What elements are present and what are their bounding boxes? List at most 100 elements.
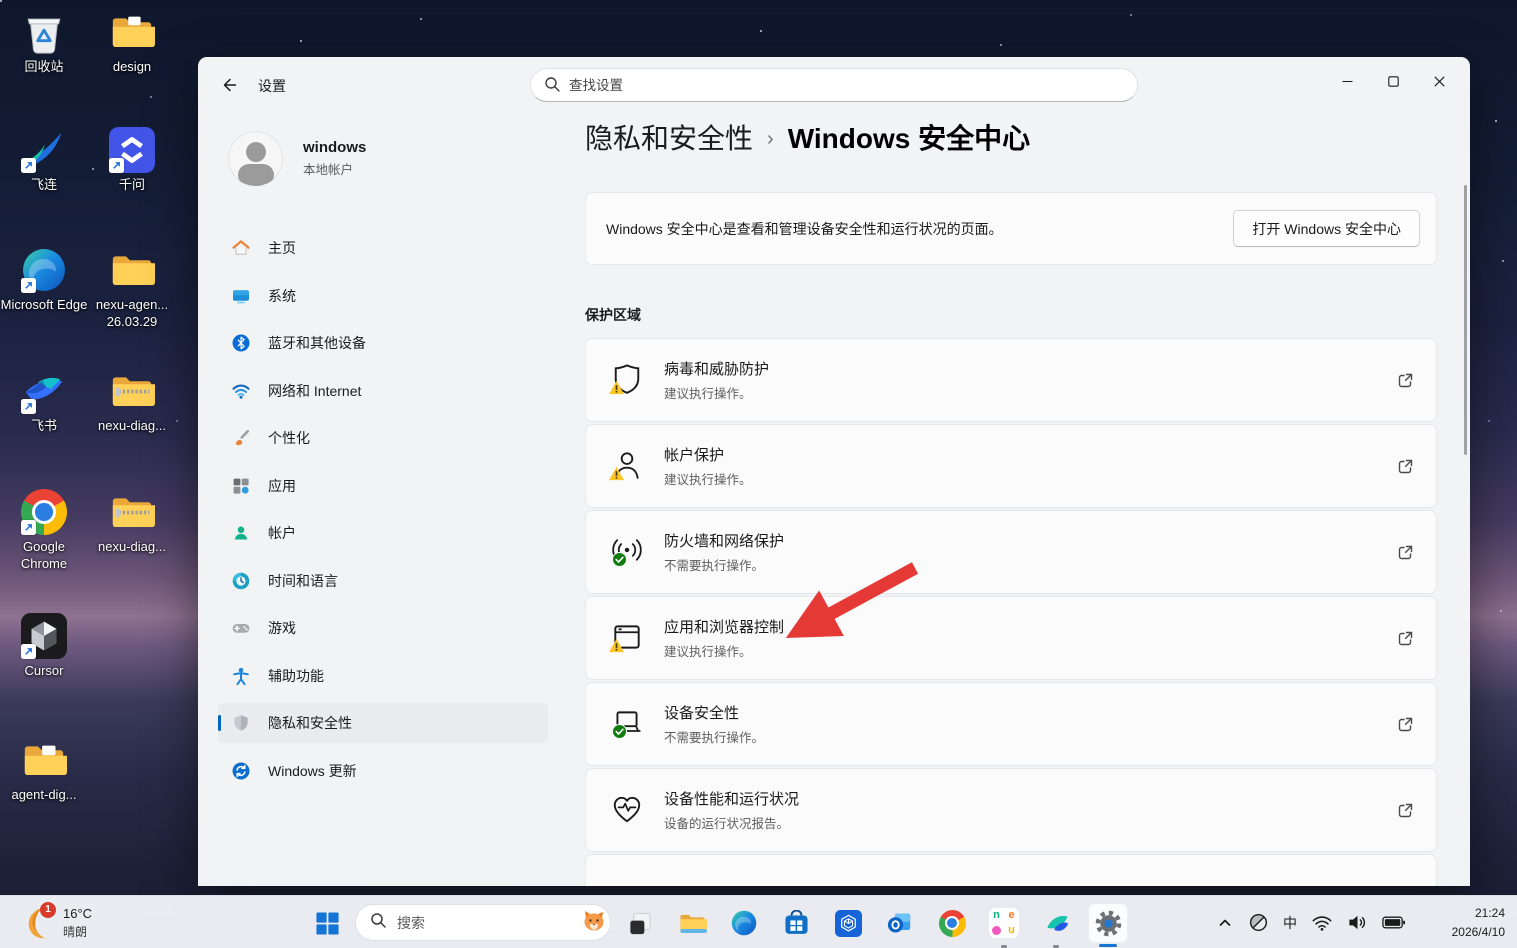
desktop-icon-edge[interactable]: Microsoft Edge	[0, 246, 88, 314]
edge-button[interactable]	[724, 903, 764, 943]
desktop-icon-chrome[interactable]: Google Chrome	[0, 488, 88, 573]
desktop-icon-cursor[interactable]: Cursor	[0, 612, 88, 680]
page-title: Windows 安全中心	[788, 117, 1030, 157]
minimize-button[interactable]	[1324, 65, 1370, 97]
neu-app-icon: neu	[989, 908, 1019, 938]
settings-window: 设置 windows 本地帐户 主页 系统 蓝牙和其他设备 网络和 Intern	[198, 57, 1470, 886]
avatar	[228, 131, 283, 186]
outlook-button[interactable]	[880, 903, 920, 943]
card-device-performance-health[interactable]: 设备性能和运行状况 设备的运行状况报告。	[585, 768, 1437, 852]
search-icon	[370, 912, 387, 934]
close-button[interactable]	[1416, 65, 1462, 97]
sidebar-item-system[interactable]: 系统	[218, 276, 548, 316]
search-highlight-fox-icon	[578, 905, 608, 940]
desktop-icon-agent-dig-folder[interactable]: agent-dig...	[0, 736, 88, 804]
start-button[interactable]	[307, 903, 347, 943]
desktop-icon-nexu-agen-folder[interactable]: nexu-agen... 26.03.29	[88, 246, 176, 331]
external-link-icon	[1397, 372, 1414, 389]
bird-app-button[interactable]	[1036, 903, 1076, 943]
battery-tray-icon[interactable]	[1375, 905, 1413, 941]
system-tray: 中	[1209, 896, 1413, 948]
wifi-tray-icon[interactable]	[1304, 905, 1340, 941]
external-link-icon	[1397, 544, 1414, 561]
open-windows-security-button[interactable]: 打开 Windows 安全中心	[1233, 210, 1420, 247]
date: 2026/4/10	[1452, 923, 1505, 942]
weather-widget[interactable]: 1 16°C 晴朗	[12, 902, 98, 943]
desktop-icon-feilian[interactable]: 飞连	[0, 126, 88, 194]
desktop-icon-qianwen[interactable]: 千问	[88, 126, 176, 194]
ime-indicator[interactable]: 中	[1276, 905, 1304, 941]
sidebar-item-bluetooth-devices[interactable]: 蓝牙和其他设备	[218, 323, 548, 363]
network-ok-icon	[610, 534, 646, 570]
recycle-bin-icon	[20, 8, 68, 56]
shortcut-arrow-icon	[21, 399, 36, 414]
shortcut-arrow-icon	[21, 520, 36, 535]
desktop-icon-nexu-diag-zip-2[interactable]: nexu-diag...	[88, 488, 176, 556]
file-explorer-button[interactable]	[672, 903, 712, 943]
desktop-icon-recycle-bin[interactable]: 回收站	[0, 8, 88, 76]
sidebar-item-windows-update[interactable]: Windows 更新	[218, 751, 548, 791]
app-window-warning-icon	[610, 620, 646, 656]
card-virus-threat-protection[interactable]: 病毒和威胁防护 建议执行操作。	[585, 338, 1437, 422]
settings-search-input[interactable]	[530, 68, 1138, 102]
tray-chevron-up-icon[interactable]	[1209, 905, 1241, 941]
back-button[interactable]	[212, 71, 246, 99]
chrome-button[interactable]	[932, 903, 972, 943]
warning-badge-icon	[608, 380, 625, 400]
neu-app-button[interactable]: neu	[984, 903, 1024, 943]
card-app-browser-control[interactable]: 应用和浏览器控制 建议执行操作。	[585, 596, 1437, 680]
sidebar-item-time-language[interactable]: 时间和语言	[218, 561, 548, 601]
chrome-icon	[20, 488, 68, 536]
card-account-protection[interactable]: 帐户保护 建议执行操作。	[585, 424, 1437, 508]
breadcrumb-parent[interactable]: 隐私和安全性	[585, 117, 753, 157]
sidebar-item-privacy-security[interactable]: 隐私和安全性	[218, 703, 548, 743]
folder-icon	[108, 246, 156, 294]
sidebar-item-accounts[interactable]: 帐户	[218, 513, 548, 553]
taskbar: 1 16°C 晴朗 neu	[0, 895, 1517, 948]
qianwen-cube-app-button[interactable]	[828, 903, 868, 943]
card-device-security[interactable]: 设备安全性 不需要执行操作。	[585, 682, 1437, 766]
clock[interactable]: 21:24 2026/4/10	[1452, 904, 1505, 941]
wifi-icon	[231, 381, 251, 401]
external-link-icon	[1397, 716, 1414, 733]
card-family-options[interactable]: 家庭选项	[585, 854, 1437, 886]
folder-icon	[108, 8, 156, 56]
taskbar-search-input[interactable]	[397, 915, 578, 931]
stars	[0, 0, 2, 2]
desktop-icon-nexu-diag-zip[interactable]: nexu-diag...	[88, 367, 176, 435]
settings-button-active[interactable]	[1088, 903, 1128, 943]
external-link-icon	[1397, 458, 1414, 475]
warning-badge-icon	[608, 638, 625, 658]
sidebar-item-accessibility[interactable]: 辅助功能	[218, 656, 548, 696]
user-profile[interactable]: windows 本地帐户	[228, 131, 366, 186]
desktop-icon-feishu[interactable]: 飞书	[0, 367, 88, 435]
microsoft-store-button[interactable]	[776, 903, 816, 943]
zip-folder-icon	[108, 367, 156, 415]
scrollbar[interactable]	[1464, 185, 1467, 455]
sidebar-item-personalization[interactable]: 个性化	[218, 418, 548, 458]
external-link-icon	[1397, 802, 1414, 819]
sidebar-item-gaming[interactable]: 游戏	[218, 608, 548, 648]
bluetooth-icon	[231, 333, 251, 353]
account-icon	[231, 523, 251, 543]
heart-pulse-icon	[610, 792, 646, 828]
weather-moon-icon: 1	[18, 905, 54, 941]
protection-cards: 病毒和威胁防护 建议执行操作。 帐户保护 建议执行操作。 防火墙和网络保护	[585, 338, 1437, 886]
maximize-button[interactable]	[1370, 65, 1416, 97]
shield-icon	[231, 713, 251, 733]
sidebar-nav: 主页 系统 蓝牙和其他设备 网络和 Internet 个性化 应用 帐户 时间	[218, 228, 548, 798]
volume-tray-icon[interactable]	[1340, 905, 1375, 941]
card-firewall-network-protection[interactable]: 防火墙和网络保护 不需要执行操作。	[585, 510, 1437, 594]
device-ok-icon	[610, 706, 646, 742]
desktop-icon-design[interactable]: design	[88, 8, 176, 76]
task-view-button[interactable]	[620, 903, 660, 943]
tray-onedrive-paused-icon[interactable]	[1241, 905, 1276, 941]
weather-alert-badge: 1	[40, 902, 56, 918]
sidebar-item-home[interactable]: 主页	[218, 228, 548, 268]
feilian-icon	[20, 126, 68, 174]
sidebar-item-apps[interactable]: 应用	[218, 466, 548, 506]
ok-badge-icon	[612, 552, 627, 572]
taskbar-search[interactable]	[355, 904, 611, 941]
sidebar-item-network-internet[interactable]: 网络和 Internet	[218, 371, 548, 411]
window-title: 设置	[258, 76, 286, 96]
